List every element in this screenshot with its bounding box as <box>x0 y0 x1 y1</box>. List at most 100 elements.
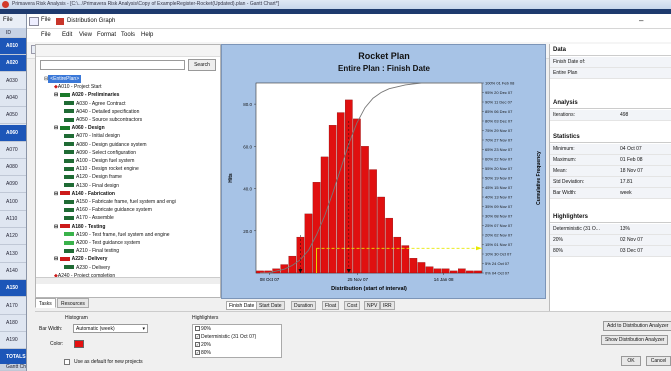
right-axis-label: 65% 23 Nov 07 <box>485 147 513 152</box>
tree-item[interactable]: A080 - Design guidance system <box>64 141 220 149</box>
window-menu-icon[interactable] <box>29 17 39 26</box>
histogram-bar <box>417 262 426 274</box>
right-axis-label: 60% 22 Nov 07 <box>485 157 513 162</box>
menu-format[interactable]: Format <box>97 32 116 38</box>
histogram-bar <box>409 258 418 274</box>
tree-item[interactable]: ⊟ A020 - Preliminaries <box>54 91 220 99</box>
show-analyzer-button[interactable]: Show Distribution Analyzer <box>601 335 669 345</box>
bar-width-label: Bar Width: <box>39 326 63 332</box>
tab-start-date[interactable]: Start Date <box>256 301 285 310</box>
task-bar-icon <box>64 248 74 253</box>
search-input[interactable] <box>40 60 185 70</box>
tab-npv[interactable]: NPV <box>364 301 381 310</box>
right-axis-label: 80% 03 Dec 07 <box>485 119 513 124</box>
tree-item[interactable]: ◆ A010 - Project Start <box>54 83 220 91</box>
histogram-bar <box>353 118 361 274</box>
tree-item[interactable]: A070 - Initial design <box>64 132 220 140</box>
checkbox[interactable]: ✓ <box>195 342 200 348</box>
tree-item-label: A050 - Source subcontractors <box>76 117 143 123</box>
tree-item[interactable]: A100 - Design fuel system <box>64 157 220 165</box>
highlighter-item[interactable]: ✓ 20% <box>195 342 211 349</box>
task-bar-icon <box>64 150 74 155</box>
default-checkbox[interactable] <box>64 359 70 365</box>
checkbox[interactable] <box>195 326 200 332</box>
highlighters-label: Highlighters <box>192 315 219 321</box>
tree-item[interactable]: A210 - Final testing <box>64 247 220 255</box>
stat-key: Finish Date of: <box>553 59 586 65</box>
search-button[interactable]: Search <box>188 59 216 71</box>
tree-item[interactable]: ⊟ A140 - Fabrication <box>54 190 220 198</box>
tree-item-label: A160 - Fabricate guidance system <box>76 207 152 214</box>
histogram-bar <box>336 112 345 274</box>
tab-irr[interactable]: IRR <box>380 301 395 310</box>
checkbox[interactable]: ✓ <box>195 350 200 356</box>
bar-width-select[interactable]: Automatic (week) ▾ <box>73 324 148 333</box>
tree-item[interactable]: A030 - Agree Contract <box>64 100 220 108</box>
summary-bar-icon <box>59 125 70 130</box>
tree-item-label: A100 - Design fuel system <box>76 158 135 164</box>
highlighter-item[interactable]: ✓ Deterministic (31 Oct 07) <box>195 334 256 341</box>
tree-item[interactable]: A160 - Fabricate guidance system <box>64 206 220 214</box>
menu-edit[interactable]: Edit <box>62 32 72 38</box>
plot-area <box>255 82 483 274</box>
histogram-bar <box>393 236 402 274</box>
menu-view[interactable]: View <box>79 32 92 38</box>
cancel-button[interactable]: Cancel <box>646 356 671 366</box>
menu-tools[interactable]: Tools <box>121 32 135 38</box>
highlighter-item[interactable]: ✓ 80% <box>195 350 211 357</box>
tab-float[interactable]: Float <box>322 301 340 310</box>
tree-item[interactable]: ⊟ A060 - Design <box>54 124 220 132</box>
tree-item[interactable]: A190 - Test frame, fuel system and engin… <box>64 231 220 239</box>
tree-item[interactable]: ⊟ A180 - Testing <box>54 223 220 231</box>
stat-value: 498 <box>620 112 629 118</box>
ok-button[interactable]: OK <box>621 356 641 366</box>
stat-key: Deterministic (31 O... <box>553 226 600 232</box>
tab-cost[interactable]: Cost <box>344 301 361 310</box>
tree-item[interactable]: A050 - Source subcontractors <box>64 116 220 124</box>
tree-item[interactable]: A110 - Design rocket engine <box>64 165 220 173</box>
tree-item[interactable]: A040 - Detailed specification <box>64 108 220 116</box>
file-tab-label[interactable]: File <box>41 17 51 23</box>
screen: Primavera Risk Analysis - [C:\...\Primav… <box>0 0 671 371</box>
tree-item[interactable]: A170 - Assemble <box>64 214 220 222</box>
x-tick-label: 08 Oct 07 <box>260 277 280 282</box>
tree-item[interactable]: ⊟ <EntirePlan> <box>44 75 220 83</box>
histogram-bar <box>433 268 442 274</box>
stat-value: 13% <box>620 226 631 232</box>
tree-item[interactable]: A130 - Final design <box>64 182 220 190</box>
tree-item[interactable]: A200 - Test guidance system <box>64 239 220 247</box>
tree-item[interactable]: A150 - Fabricate frame, fuel system and … <box>64 198 220 206</box>
outer-file-tab[interactable]: File <box>3 17 13 23</box>
menu-file[interactable]: File <box>41 32 51 38</box>
tree-item-label: A220 - Delivery <box>71 256 108 263</box>
stat-row: Bar Width: week <box>550 188 671 199</box>
tab-finish-date[interactable]: Finish Date <box>226 301 258 310</box>
tree-item[interactable]: ⊟ A220 - Delivery <box>54 255 220 263</box>
tree-item[interactable]: A230 - Delivery <box>64 264 220 272</box>
right-axis-label: 40% 13 Nov 07 <box>485 195 513 200</box>
tree-item[interactable]: A090 - Select configuration <box>64 149 220 157</box>
task-bar-icon <box>64 166 74 171</box>
task-bar-icon <box>64 199 74 204</box>
menu-help[interactable]: Help <box>141 32 153 38</box>
tab-resources[interactable]: Resources <box>57 298 89 308</box>
highlighter-item[interactable]: 90% <box>195 326 211 333</box>
minimize-button[interactable]: – <box>639 16 643 25</box>
add-to-analyzer-button[interactable]: Add to Distribution Analyzer <box>603 321 671 331</box>
panel-tabs: Tasks Resources <box>35 298 135 309</box>
y-tick-label: 40.0 <box>243 187 252 192</box>
stat-row: Entire Plan <box>550 68 671 79</box>
tree-item[interactable]: A120 - Design frame <box>64 173 220 181</box>
horizontal-scrollbar[interactable] <box>36 277 220 284</box>
window-titlebar: File Distribution Graph – <box>27 14 671 29</box>
checkbox[interactable]: ✓ <box>195 334 200 340</box>
highlighter-label: 20% <box>201 342 212 348</box>
chart-tabs: Finish Date Start Date Duration Float Cost NP… <box>226 301 446 311</box>
bar-color-swatch[interactable] <box>74 340 84 348</box>
tab-tasks[interactable]: Tasks <box>35 298 56 308</box>
color-label: Color: <box>50 341 64 347</box>
statistics-panel: Data Finish Date of: Entire Plan Analysis It… <box>549 44 671 314</box>
right-axis-label: 95% 20 Dec 07 <box>485 90 513 95</box>
task-bar-icon <box>64 158 74 163</box>
tab-duration[interactable]: Duration <box>291 301 316 310</box>
